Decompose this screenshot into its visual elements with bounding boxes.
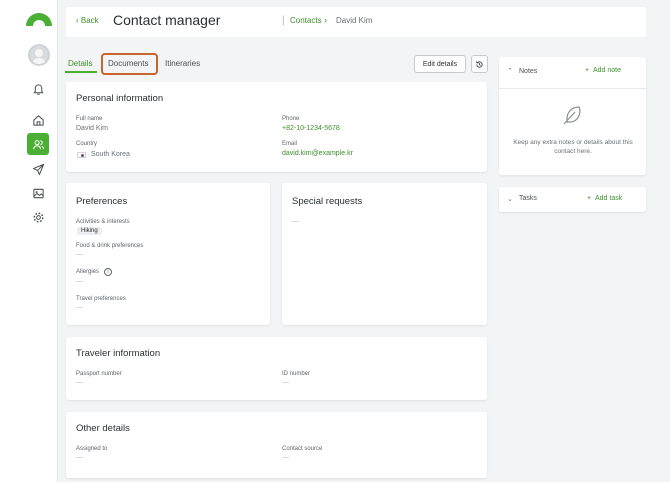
phone-label: Phone	[282, 116, 300, 122]
bell-icon[interactable]	[27, 78, 49, 100]
add-task-label: Add task	[594, 195, 623, 202]
history-icon	[476, 60, 483, 68]
south-korea-flag-icon	[77, 152, 86, 158]
assigned-to-value: —	[76, 454, 83, 461]
email-value[interactable]: david.kim@example.kr	[282, 150, 353, 157]
contact-source-value: —	[282, 454, 289, 461]
assigned-to-label: Assigned to	[76, 446, 108, 452]
travel-preferences-label: Travel preferences	[76, 296, 126, 302]
email-label: Email	[282, 141, 298, 147]
add-task-button[interactable]: + Add task	[587, 195, 622, 202]
info-icon[interactable]: i	[104, 268, 112, 276]
add-note-label: Add note	[592, 67, 622, 74]
full-name-value: David Kim	[76, 125, 108, 132]
tab-documents[interactable]: Documents	[108, 59, 148, 68]
edit-details-button[interactable]: Edit details	[414, 55, 466, 73]
preferences-title: Preferences	[76, 196, 128, 207]
personal-information-title: Personal information	[76, 93, 164, 104]
country-value: South Korea	[91, 151, 130, 158]
feather-icon	[563, 106, 581, 125]
user-avatar[interactable]	[28, 44, 50, 66]
food-preferences-label: Food & drink preferences	[76, 243, 144, 249]
chevron-down-icon[interactable]: ⌄	[507, 195, 513, 203]
allergies-value: —	[76, 278, 83, 285]
history-button[interactable]	[471, 55, 488, 73]
id-number-label: ID number	[282, 371, 311, 377]
back-button[interactable]: ‹ Back	[76, 16, 99, 25]
traveler-information-title: Traveler information	[76, 348, 161, 359]
page-title: Contact manager	[113, 12, 221, 28]
id-number-value: —	[282, 379, 289, 386]
other-details-card	[66, 412, 487, 478]
full-name-label: Full name	[76, 116, 103, 122]
food-preferences-value: —	[76, 251, 83, 258]
breadcrumb-contacts[interactable]: Contacts	[290, 16, 322, 25]
tasks-title: Tasks	[519, 195, 537, 202]
sidebar	[0, 0, 58, 482]
special-requests-title: Special requests	[292, 196, 363, 207]
add-note-button[interactable]: + Add note	[585, 67, 621, 74]
activities-label: Activities & interests	[76, 219, 130, 225]
traveler-information-card	[66, 337, 487, 400]
breadcrumb-current: David Kim	[336, 16, 373, 25]
chevron-up-icon[interactable]: ⌃	[507, 67, 513, 75]
back-label: Back	[80, 16, 99, 25]
home-icon[interactable]	[27, 109, 49, 131]
page-header: ‹ Back Contact manager | Contacts › Davi…	[66, 7, 646, 37]
title-divider: |	[282, 15, 285, 26]
travel-preferences-value: —	[76, 304, 83, 311]
special-requests-value: —	[292, 218, 299, 225]
contacts-icon[interactable]	[27, 133, 49, 155]
tab-details[interactable]: Details	[68, 59, 92, 68]
chevron-right-icon: ›	[324, 15, 327, 25]
passport-number-label: Passport number	[76, 371, 122, 377]
send-icon[interactable]	[27, 158, 49, 180]
other-details-title: Other details	[76, 423, 130, 434]
allergies-label: Allergies	[76, 269, 100, 275]
passport-number-value: —	[76, 379, 83, 386]
image-icon[interactable]	[27, 182, 49, 204]
contact-source-label: Contact source	[282, 446, 323, 452]
phone-value[interactable]: +82-10-1234-5678	[282, 125, 340, 132]
tab-itineraries[interactable]: Itineraries	[165, 59, 200, 68]
activity-chip: Hiking	[77, 227, 102, 235]
notes-title: Notes	[519, 68, 538, 75]
notes-empty-text: Keep any extra notes or details about th…	[513, 139, 633, 155]
notes-divider	[499, 88, 646, 89]
country-label: Country	[76, 141, 98, 147]
active-tab-indicator	[65, 71, 97, 73]
brand-logo-icon	[26, 13, 52, 26]
gear-icon[interactable]	[27, 206, 49, 228]
